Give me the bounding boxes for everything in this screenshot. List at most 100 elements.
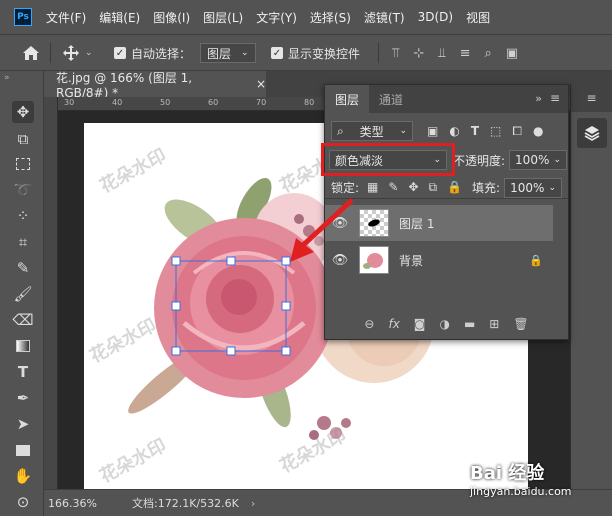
move-tool-preset-icon[interactable]: ⌄ [62, 43, 93, 63]
lock-transparent-icon[interactable]: ▦ [367, 180, 378, 195]
show-transform-checkbox[interactable]: ✓ 显示变换控件 [271, 43, 360, 63]
chevron-right-icon[interactable]: › [251, 497, 255, 510]
marquee-tool-icon[interactable] [12, 153, 34, 175]
watermark-text: 花朵水印 [96, 434, 170, 487]
brush-tool-icon[interactable]: 🖌 [12, 283, 34, 305]
blend-mode-highlight [321, 143, 455, 176]
align-bottom-icon[interactable]: ⫫ [438, 46, 445, 61]
type-tool-icon[interactable]: T [12, 361, 34, 383]
align-vcenter-icon[interactable]: ⊹ [413, 46, 424, 61]
layer-row[interactable]: 👁 背景 🔒 [325, 242, 553, 278]
fx-icon[interactable]: fx [388, 317, 399, 331]
menu-type[interactable]: 文字(Y) [256, 9, 297, 26]
delete-layer-icon[interactable]: 🗑 [513, 317, 528, 331]
menu-filter[interactable]: 滤镜(T) [364, 9, 405, 26]
transform-handle [281, 346, 291, 356]
artboard-tool-icon[interactable]: ⧉ [12, 128, 34, 150]
add-mask-icon[interactable]: ◙ [414, 317, 426, 331]
rectangle-tool-icon[interactable] [12, 439, 34, 461]
layer-name[interactable]: 背景 [399, 252, 423, 269]
auto-select-checkbox[interactable]: ✓ 自动选择： [114, 43, 191, 63]
quick-select-tool-icon[interactable]: ⁘ [12, 205, 34, 227]
watermark-text: 花朵水印 [86, 314, 160, 367]
visibility-eye-icon[interactable]: 👁 [325, 216, 355, 231]
transform-handle [281, 256, 291, 266]
link-layers-icon[interactable]: ⊖ [364, 317, 374, 331]
check-icon: ✓ [271, 47, 283, 59]
document-size: 文档:172.1K/532.6K [132, 497, 239, 510]
panel-menu-icon[interactable]: ≡ [550, 91, 560, 105]
filter-toggle-icon[interactable]: ● [533, 124, 543, 139]
new-layer-icon[interactable]: ⊞ [489, 317, 499, 331]
move-tool-icon[interactable]: ✥ [12, 101, 34, 123]
menu-layer[interactable]: 图层(L) [203, 9, 243, 26]
watermark-text: 花朵水印 [96, 144, 170, 197]
adjustment-layer-icon[interactable]: ◑ [439, 317, 449, 331]
layer-thumbnail [359, 209, 389, 237]
gradient-tool-icon[interactable] [12, 335, 34, 357]
opacity-value: 100% [515, 153, 550, 167]
ruler-tick-label: 70 [256, 98, 267, 107]
document-tab[interactable]: 花.jpg @ 166% (图层 1, RGB/8#) * × [44, 71, 266, 100]
chevron-down-icon: ⌄ [553, 155, 562, 165]
tab-layers[interactable]: 图层 [325, 85, 370, 113]
menu-select[interactable]: 选择(S) [310, 9, 351, 26]
filter-type-icon[interactable]: T [471, 124, 479, 139]
tab-channels[interactable]: 通道 [369, 85, 413, 113]
ruler-tick-label: 40 [112, 98, 123, 107]
lock-artboard-icon[interactable]: ⧉ [429, 180, 438, 195]
layer-name[interactable]: 图层 1 [399, 215, 434, 232]
layers-panel-icon[interactable] [577, 118, 607, 148]
filter-shape-icon[interactable]: ⬚ [490, 124, 501, 139]
new-group-icon[interactable]: ▬ [464, 317, 475, 331]
ruler-tick-label: 80 [304, 98, 315, 107]
auto-select-dropdown[interactable]: 图层 ⌄ [200, 43, 256, 63]
home-icon[interactable] [22, 43, 40, 63]
transform-handle [171, 301, 181, 311]
filter-smart-icon[interactable]: ⧠ [512, 124, 522, 139]
menu-edit[interactable]: 编辑(E) [99, 9, 140, 26]
lock-all-icon[interactable]: 🔒 [447, 180, 462, 195]
right-dock: ≡ [570, 84, 612, 489]
zoom-tool-icon[interactable]: ⊙ [12, 491, 34, 513]
lock-pixels-icon[interactable]: ✎ [388, 180, 398, 195]
align-top-icon[interactable]: ⫪ [392, 46, 399, 61]
menu-file[interactable]: 文件(F) [46, 9, 86, 26]
path-select-tool-icon[interactable]: ➤ [12, 413, 34, 435]
align-buttons: ⫪ ⊹ ⫫ ≡ ⌕ ▣ [392, 43, 518, 63]
visibility-eye-icon[interactable]: 👁 [325, 253, 355, 268]
photoshop-logo[interactable]: Ps [14, 8, 32, 26]
crop-tool-icon[interactable]: ⌗ [12, 231, 34, 253]
show-transform-label: 显示变换控件 [288, 46, 361, 61]
chevron-down-icon: ⌄ [399, 126, 407, 136]
eyedropper-tool-icon[interactable]: ✎ [12, 257, 34, 279]
menu-view[interactable]: 视图 [466, 9, 490, 26]
chevron-down-icon: ⌄ [85, 48, 93, 58]
opacity-label: 不透明度: [453, 153, 506, 168]
hand-tool-icon[interactable]: ✋ [12, 465, 34, 487]
filter-adjustment-icon[interactable]: ◐ [449, 124, 459, 139]
filter-pixel-icon[interactable]: ▣ [427, 124, 438, 139]
layer-filter-dropdown[interactable]: ⌕ 类型 ⌄ [331, 121, 413, 141]
lock-position-icon[interactable]: ✥ [408, 180, 418, 195]
lasso-tool-icon[interactable]: ➰ [12, 179, 34, 201]
search-icon[interactable]: ⌕ [484, 46, 491, 61]
menu-icon[interactable]: ≡ [571, 84, 612, 112]
zoom-level[interactable]: 166.36% [48, 497, 128, 510]
opacity-field[interactable]: 100% ⌄ [509, 150, 568, 170]
fill-field[interactable]: 100% ⌄ [504, 177, 563, 198]
chevron-down-icon: ⌄ [241, 48, 249, 58]
close-icon[interactable]: × [256, 77, 266, 91]
transform-handle [171, 346, 181, 356]
chevron-down-icon: ⌄ [548, 182, 557, 193]
workspace-icon[interactable]: ▣ [506, 46, 518, 61]
menu-3d[interactable]: 3D(D) [418, 10, 453, 24]
menu-image[interactable]: 图像(I) [153, 9, 190, 26]
collapse-icon[interactable]: » [4, 73, 10, 83]
collapse-icon[interactable]: » [535, 92, 542, 105]
eraser-tool-icon[interactable]: ⌫ [12, 309, 34, 331]
distribute-icon[interactable]: ≡ [460, 46, 471, 61]
layer-row[interactable]: 👁 图层 1 [325, 205, 553, 241]
auto-select-value: 图层 [207, 46, 232, 61]
pen-tool-icon[interactable]: ✒ [12, 387, 34, 409]
